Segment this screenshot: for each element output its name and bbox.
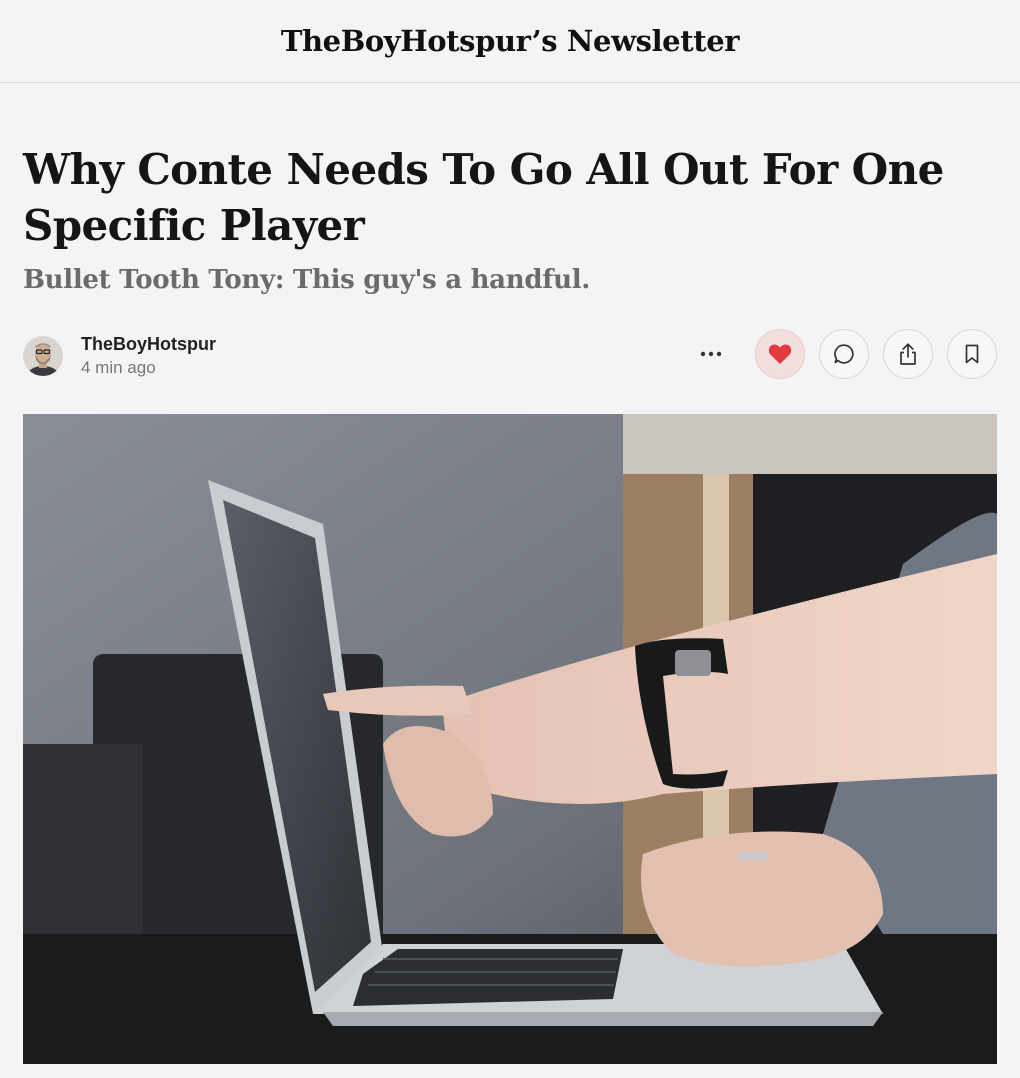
author-avatar[interactable] [23,336,63,376]
post-actions [691,328,997,380]
like-button[interactable] [755,329,805,379]
bookmark-button[interactable] [947,329,997,379]
post-subtitle: Bullet Tooth Tony: This guy's a handful. [23,265,591,295]
comment-icon [834,344,854,364]
comment-button[interactable] [819,329,869,379]
post-title: Why Conte Needs To Go All Out For One Sp… [23,145,944,250]
post-timestamp: 4 min ago [81,358,156,377]
publication-title[interactable]: TheBoyHotspur’s Newsletter [281,24,740,58]
more-horizontal-icon [700,351,722,357]
author-info: TheBoyHotspur 4 min ago [81,332,216,380]
author-name[interactable]: TheBoyHotspur [81,332,216,356]
hero-image[interactable] [23,414,997,1064]
more-options-button[interactable] [691,328,731,380]
publication-header: TheBoyHotspur’s Newsletter [0,0,1020,83]
bookmark-icon [965,344,979,364]
laptop-photo [23,414,997,1064]
byline: TheBoyHotspur 4 min ago [23,330,216,382]
share-icon [900,343,916,365]
heart-icon [768,344,792,364]
share-button[interactable] [883,329,933,379]
